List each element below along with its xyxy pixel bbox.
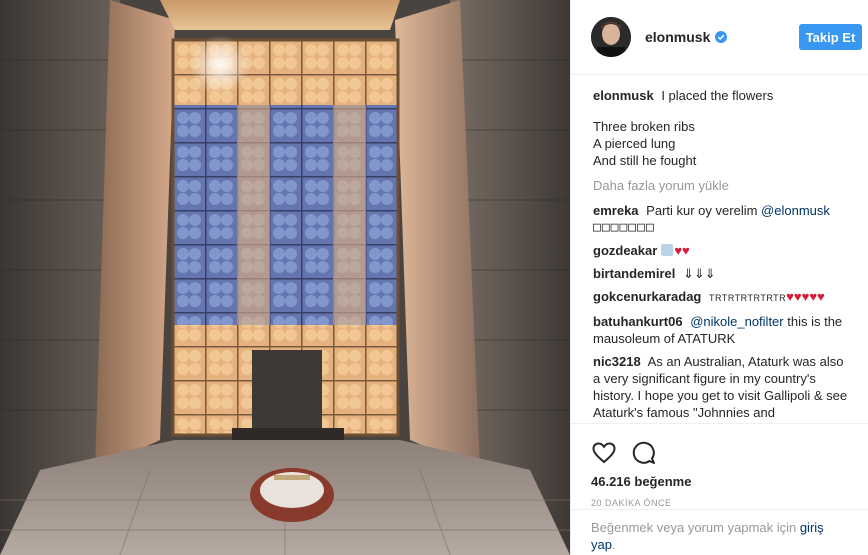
caption-line: A pierced lung — [593, 136, 676, 151]
hearts-text: ♥♥♥♥♥ — [786, 289, 825, 304]
comment-username[interactable]: batuhankurt06 — [593, 314, 683, 329]
post-header: elonmusk Takip Et — [571, 0, 868, 75]
verified-badge-icon — [715, 31, 728, 43]
comment-mention[interactable]: @elonmusk — [761, 203, 830, 218]
comment-item: birtandemirel ⇓⇓⇓ — [593, 265, 868, 282]
comment-username[interactable]: gokcenurkaradag — [593, 289, 701, 304]
comment-username[interactable]: nic3218 — [593, 354, 641, 369]
emoji-icon — [661, 244, 674, 256]
mausoleum-photo — [0, 0, 570, 555]
comment-item: gokcenurkaradag TRTRTRTRTRTR♥♥♥♥♥ — [593, 288, 868, 307]
follow-button[interactable]: Takip Et — [799, 24, 862, 50]
comment-item: nic3218 As an Australian, Ataturk was al… — [593, 353, 868, 421]
header-username[interactable]: elonmusk — [645, 29, 710, 45]
post-photo[interactable] — [0, 0, 570, 555]
comment-mention[interactable]: @nikole_nofilter — [690, 314, 783, 329]
comment-text: TRTRTRTRTRTR — [709, 293, 787, 303]
post-timestamp[interactable]: 20 DAKİKA ÖNCE — [591, 498, 848, 508]
action-icons — [591, 436, 848, 470]
likes-count[interactable]: 46.216 beğenme — [591, 474, 848, 489]
caption-line: Three broken ribs — [593, 119, 695, 134]
avatar[interactable] — [591, 17, 631, 57]
caption-text: I placed the flowers — [661, 88, 774, 103]
login-prompt: Beğenmek veya yorum yapmak için giriş ya… — [571, 509, 868, 555]
login-suffix: . — [611, 537, 616, 552]
hearts-text: ♥♥ — [674, 243, 690, 258]
comment-extra: □□□□□□□ — [593, 220, 655, 235]
load-more-comments-link[interactable]: Daha fazla yorum yükle — [593, 177, 868, 194]
comment-item: batuhankurt06 @nikole_nofilter this is t… — [593, 313, 868, 347]
caption-username[interactable]: elonmusk — [593, 88, 654, 103]
post-sidebar: elonmusk Takip Et elonmusk I placed the … — [570, 0, 868, 555]
username-wrap: elonmusk — [645, 29, 728, 45]
login-prompt-text: Beğenmek veya yorum yapmak için — [591, 520, 797, 535]
comment-item: gozdeakar ♥♥ — [593, 242, 868, 259]
caption-line: And still he fought — [593, 153, 697, 168]
heart-icon — [592, 442, 616, 464]
avatar-image — [591, 17, 631, 57]
comment-text: ⇓⇓⇓ — [682, 266, 716, 281]
caption: elonmusk I placed the flowers — [593, 87, 868, 104]
comment-icon — [632, 441, 655, 464]
comment-username[interactable]: gozdeakar — [593, 243, 657, 258]
comment-username[interactable]: emreka — [593, 203, 639, 218]
comment-username[interactable]: birtandemirel — [593, 266, 675, 281]
comment-button[interactable] — [631, 440, 657, 466]
comment-text: Parti kur oy verelim — [646, 203, 758, 218]
like-button[interactable] — [591, 440, 617, 466]
comments-list: elonmusk I placed the flowers Three brok… — [571, 75, 868, 423]
instagram-post: elonmusk Takip Et elonmusk I placed the … — [0, 0, 868, 555]
caption-lines: Three broken ribs A pierced lung And sti… — [593, 118, 868, 169]
comment-item: emreka Parti kur oy verelim @elonmusk □□… — [593, 202, 868, 236]
